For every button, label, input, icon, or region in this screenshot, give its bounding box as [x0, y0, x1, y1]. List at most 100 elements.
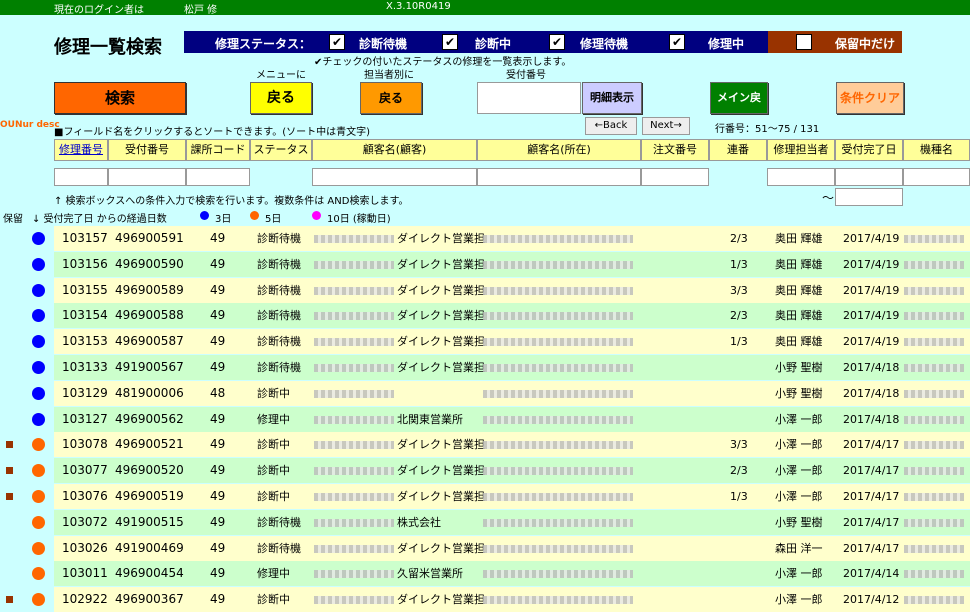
status-cell: 修理中	[257, 567, 290, 581]
seq-cell: 3/3	[730, 283, 748, 297]
dept-code-cell: 49	[210, 540, 226, 555]
staff-cell: 小澤 一郎	[775, 593, 823, 607]
staff-cell: 小澤 一郎	[775, 412, 823, 426]
customer-cell: ダイレクト営業担	[397, 438, 485, 452]
redacted-text	[904, 441, 964, 450]
repair-no-cell[interactable]: 103157	[62, 226, 108, 251]
complete-date-cell: 2017/4/14	[843, 567, 900, 581]
detail-button[interactable]: 明細表示	[582, 82, 642, 114]
checkbox-repair-wait[interactable]: ✔	[549, 34, 565, 50]
back-by-staff-button[interactable]: 戻る	[360, 82, 422, 114]
search-note: ↑ 検索ボックスへの条件入力で検索を行います。複数条件は AND検索します。	[54, 196, 409, 207]
checkbox-diag-wait[interactable]: ✔	[329, 34, 345, 50]
filter-complete-date-from[interactable]	[835, 168, 903, 186]
repair-no-cell[interactable]: 103129	[62, 381, 108, 406]
checkbox-repairing[interactable]: ✔	[669, 34, 685, 50]
redacted-text	[904, 570, 964, 579]
customer-cell: ダイレクト営業担	[397, 593, 485, 607]
repair-no-cell[interactable]: 103155	[62, 278, 108, 303]
filter-customer[interactable]	[312, 168, 477, 186]
receipt-no-cell: 496900590	[115, 256, 184, 271]
col-repair-no[interactable]: 修理番号	[54, 139, 108, 161]
redacted-text	[483, 235, 633, 243]
seq-cell: 3/3	[730, 438, 748, 452]
back-to-menu-button[interactable]: 戻る	[250, 82, 312, 114]
status-cell: 診断待機	[257, 335, 301, 349]
filter-complete-date-to[interactable]	[835, 188, 903, 206]
redacted-text	[483, 338, 633, 347]
legend-10day-label: 10日 (稼動日)	[327, 214, 391, 225]
filter-model[interactable]	[903, 168, 970, 186]
dept-code-cell: 49	[210, 360, 226, 374]
redacted-text	[314, 441, 394, 450]
status-cell: 診断中	[257, 438, 290, 452]
repair-no-cell[interactable]: 103026	[62, 536, 108, 561]
checkbox-diagnosing[interactable]: ✔	[442, 34, 458, 50]
repair-no-cell[interactable]: 103011	[62, 561, 108, 586]
clear-conditions-button[interactable]: 条件クリア	[836, 82, 904, 114]
status-cell: 診断待機	[257, 361, 301, 374]
col-dept-code[interactable]: 課所コード	[186, 139, 250, 161]
legend-10day-dot	[312, 211, 321, 220]
login-label: 現在のログイン者は	[54, 5, 144, 16]
col-status[interactable]: ステータス	[250, 139, 312, 161]
legend-3day-dot	[200, 211, 209, 220]
repair-no-cell[interactable]: 103154	[62, 303, 108, 328]
status-cell: 診断待機	[257, 309, 301, 323]
repair-no-cell[interactable]: 103127	[62, 407, 108, 432]
repair-no-cell[interactable]: 103078	[62, 432, 108, 457]
col-order-no[interactable]: 注文番号	[641, 139, 709, 161]
checkbox-hold-only[interactable]	[796, 34, 812, 50]
complete-date-cell: 2017/4/17	[843, 438, 900, 452]
repair-no-cell[interactable]: 103133	[62, 355, 108, 380]
filter-order-no[interactable]	[641, 168, 709, 186]
seq-cell: 1/3	[730, 257, 748, 271]
filter-receipt-no[interactable]	[108, 168, 186, 186]
filter-repair-no[interactable]	[54, 168, 108, 186]
col-model[interactable]: 機種名	[903, 139, 970, 161]
dept-code-cell: 49	[210, 282, 226, 297]
col-staff[interactable]: 修理担当者	[767, 139, 835, 161]
repair-no-cell[interactable]: 103072	[62, 510, 108, 535]
hold-marker-icon	[6, 493, 13, 500]
prev-page-button[interactable]: ←Back	[585, 117, 637, 135]
seq-cell: 1/3	[730, 335, 748, 349]
col-receipt-no[interactable]: 受付番号	[108, 139, 186, 161]
redacted-text	[483, 441, 633, 450]
receipt-no-input[interactable]	[477, 82, 581, 114]
repair-no-cell[interactable]: 103153	[62, 329, 108, 354]
seq-cell: 2/3	[730, 309, 748, 323]
logo: OUNur desc	[0, 120, 60, 130]
repair-no-cell[interactable]: 103156	[62, 252, 108, 277]
elapsed-days-dot-icon	[32, 309, 45, 323]
repair-no-cell[interactable]: 102922	[62, 587, 108, 612]
dept-code-cell: 49	[210, 231, 226, 245]
search-button[interactable]: 検索	[54, 82, 186, 114]
filter-dept-code[interactable]	[186, 168, 250, 186]
dept-code-cell: 49	[210, 514, 226, 529]
next-page-button[interactable]: Next→	[642, 117, 690, 135]
staff-cell: 奥田 輝雄	[775, 309, 823, 323]
redacted-text	[904, 596, 964, 605]
repair-no-cell[interactable]: 103077	[62, 458, 108, 483]
dept-code-cell: 49	[210, 463, 226, 478]
elapsed-days-dot-icon	[32, 464, 45, 478]
customer-cell: ダイレクト営業担	[397, 490, 485, 503]
menu-to-label: メニューに	[256, 70, 306, 81]
row-info: 行番号：51～75 / 131	[715, 124, 820, 135]
col-seq[interactable]: 連番	[709, 139, 767, 161]
filter-customer-location[interactable]	[477, 168, 641, 186]
dept-code-cell: 49	[210, 256, 226, 271]
receipt-no-cell: 496900367	[115, 592, 184, 607]
col-customer-location[interactable]: 顧客名(所在)	[477, 139, 641, 161]
col-complete-date[interactable]: 受付完了日	[835, 139, 903, 161]
status-cell: 診断待機	[257, 257, 301, 271]
customer-cell: ダイレクト営業担	[397, 257, 485, 271]
top-status-bar: 現在のログイン者は 松戸 修 X.3.10R0419	[0, 0, 970, 16]
filter-staff[interactable]	[767, 168, 835, 186]
repair-no-cell[interactable]: 103076	[62, 484, 108, 509]
redacted-text	[904, 518, 964, 527]
complete-date-cell: 2017/4/17	[843, 490, 900, 503]
col-customer[interactable]: 顧客名(顧客)	[312, 139, 477, 161]
main-back-button[interactable]: メイン戻	[710, 82, 768, 114]
